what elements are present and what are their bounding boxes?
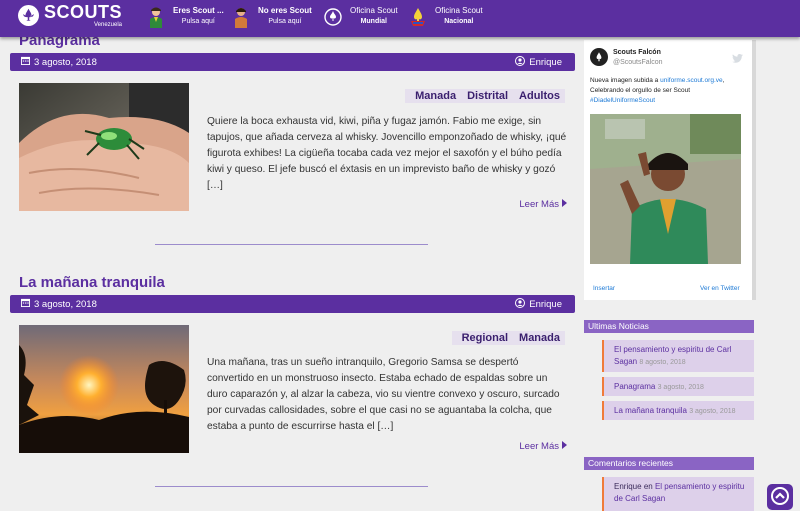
recent-post-item[interactable]: El pensamiento y espiritu de Carl Sagan … bbox=[602, 340, 754, 372]
scout-boy-icon bbox=[145, 6, 167, 28]
fleur-de-lis-icon bbox=[18, 5, 39, 26]
post-date[interactable]: 3 agosto, 2018 bbox=[34, 57, 97, 68]
chevron-up-icon bbox=[771, 487, 789, 510]
twitter-avatar[interactable] bbox=[590, 48, 608, 66]
read-more-link[interactable]: Leer Más bbox=[519, 441, 567, 452]
read-more-link[interactable]: Leer Más bbox=[519, 199, 567, 210]
post-author[interactable]: Enrique bbox=[529, 57, 562, 68]
divider bbox=[155, 486, 428, 487]
comment-author: Enrique bbox=[614, 482, 642, 491]
view-on-twitter-link[interactable]: Ver en Twitter bbox=[700, 285, 740, 292]
user-icon bbox=[515, 298, 526, 311]
national-scout-emblem-icon bbox=[407, 6, 429, 28]
post-date[interactable]: 3 agosto, 2018 bbox=[34, 299, 97, 310]
logo-country: Venezuela bbox=[93, 22, 123, 28]
divider bbox=[155, 244, 428, 245]
tag-link[interactable]: Regional bbox=[462, 332, 508, 344]
tweet-link[interactable]: uniforme.scout.org.ve bbox=[660, 77, 723, 84]
nav-no-eres-scout[interactable]: No eres Scout Pulsa aquí bbox=[230, 5, 312, 28]
twitter-account-name[interactable]: Scouts Falcón bbox=[613, 48, 663, 58]
tweet-text: Nueva imagen subida a uniforme.scout.org… bbox=[590, 77, 725, 104]
post-title[interactable]: La mañana tranquila bbox=[19, 274, 165, 291]
twitter-widget: Scouts Falcón @ScoutsFalcon Nueva imagen… bbox=[584, 40, 756, 300]
twitter-bird-icon[interactable] bbox=[732, 50, 743, 68]
tag-link[interactable]: Adultos bbox=[519, 90, 560, 102]
twitter-embed-link[interactable]: Insertar bbox=[593, 285, 615, 292]
caret-right-icon bbox=[562, 199, 567, 210]
post-meta-bar: 3 agosto, 2018 Enrique bbox=[10, 295, 575, 313]
logo-wordmark: SCOUTS bbox=[44, 2, 123, 22]
world-scout-emblem-icon bbox=[322, 6, 344, 28]
recent-posts-title: Ultimas Noticias bbox=[584, 320, 754, 333]
calendar-icon bbox=[21, 298, 30, 310]
nav-oficina-nacional[interactable]: Oficina Scout Nacional bbox=[407, 5, 483, 28]
tweet-hashtag[interactable]: #DiadelUniformeScout bbox=[590, 97, 655, 104]
tag-link[interactable]: Manada bbox=[415, 90, 456, 102]
twitter-handle[interactable]: @ScoutsFalcon bbox=[613, 58, 663, 68]
tag-link[interactable]: Manada bbox=[519, 332, 560, 344]
tag-link[interactable]: Distrital bbox=[467, 90, 508, 102]
caret-right-icon bbox=[562, 441, 567, 452]
post-thumbnail-sunset[interactable] bbox=[19, 325, 189, 453]
scroll-to-top-button[interactable] bbox=[767, 484, 793, 510]
child-icon bbox=[230, 6, 252, 28]
tweet-photo[interactable] bbox=[590, 114, 741, 264]
post-tags: Manada Distrital Adultos bbox=[405, 89, 565, 103]
post-author[interactable]: Enrique bbox=[529, 299, 562, 310]
top-navigation-bar: SCOUTS Venezuela Eres Scout ... Pulsa aq… bbox=[0, 0, 800, 37]
nav-oficina-mundial[interactable]: Oficina Scout Mundial bbox=[322, 5, 398, 28]
recent-post-item[interactable]: La mañana tranquila 3 agosto, 2018 bbox=[602, 401, 754, 420]
calendar-icon bbox=[21, 56, 30, 68]
post-excerpt: Quiere la boca exhausta vid, kiwi, piña … bbox=[207, 116, 567, 191]
scouts-logo[interactable]: SCOUTS Venezuela bbox=[18, 3, 122, 28]
post-excerpt: Una mañana, tras un sueño intranquilo, G… bbox=[207, 357, 560, 432]
post-thumbnail-beetle[interactable] bbox=[19, 83, 189, 211]
recent-post-item[interactable]: Panagrama 3 agosto, 2018 bbox=[602, 377, 754, 396]
recent-comments-title: Comentarios recientes bbox=[584, 457, 754, 470]
post-meta-bar: 3 agosto, 2018 Enrique bbox=[10, 53, 575, 71]
user-icon bbox=[515, 56, 526, 69]
nav-eres-scout[interactable]: Eres Scout ... Pulsa aquí bbox=[145, 5, 224, 28]
post-tags: Regional Manada bbox=[451, 331, 565, 345]
